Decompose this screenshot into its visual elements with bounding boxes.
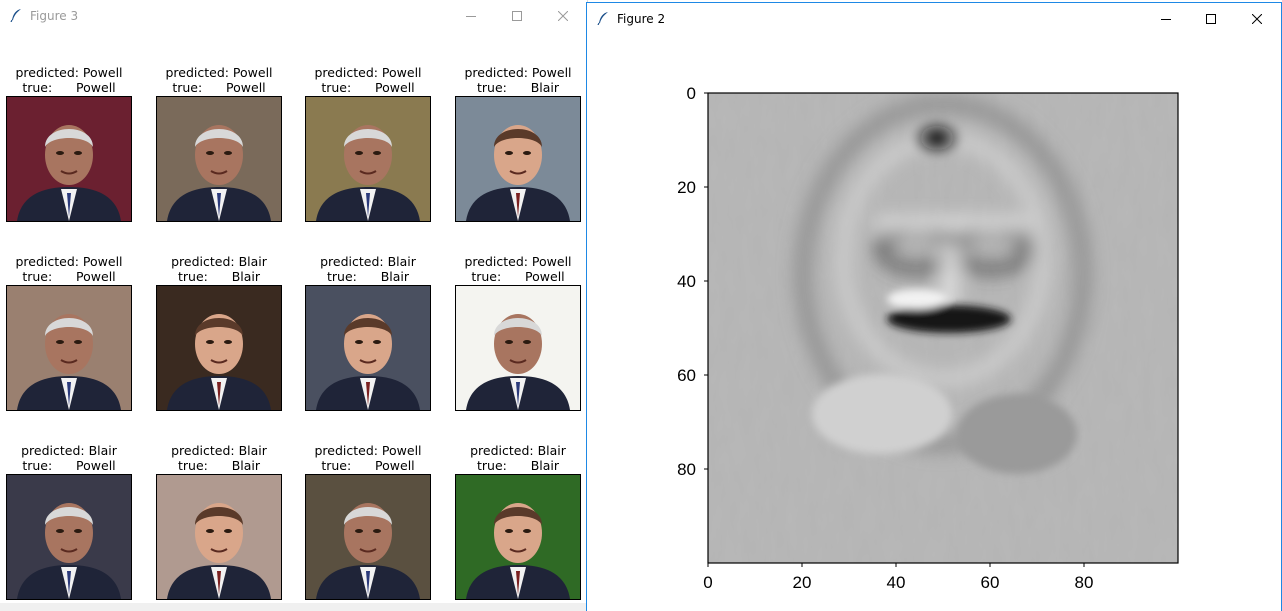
y-axis: 0 20 40 60 80 (677, 84, 708, 479)
close-icon (558, 10, 568, 21)
true-label: true: Blair (326, 269, 410, 284)
true-label: true: Blair (177, 458, 261, 473)
face-thumbnail (455, 96, 581, 222)
y-tick-label: 80 (677, 460, 696, 479)
true-label: true: Powell (22, 80, 116, 95)
maximize-button[interactable] (1188, 3, 1234, 34)
x-tick-label: 80 (1075, 573, 1094, 592)
x-tick-label: 0 (703, 573, 712, 592)
predicted-label: predicted: Blair (470, 443, 566, 458)
image-plot: 0 20 40 60 80 0 20 40 60 80 (677, 84, 1179, 592)
face-thumbnail (455, 474, 581, 600)
thumbnail-caption: predicted: Powell true: Powell (146, 65, 292, 95)
true-label: true: Powell (22, 458, 116, 473)
predicted-label: predicted: Powell (165, 65, 273, 80)
figure-2-window: Figure 2 0 20 40 60 80 0 20 40 60 80 (586, 2, 1282, 611)
y-tick-label: 60 (677, 366, 696, 385)
thumbnail-caption: predicted: Blair true: Blair (146, 443, 292, 473)
predicted-label: predicted: Blair (21, 443, 117, 458)
thumbnail-caption: predicted: Powell true: Powell (295, 443, 441, 473)
predicted-label: predicted: Blair (171, 443, 267, 458)
thumbnail-caption: predicted: Blair true: Blair (445, 443, 587, 473)
true-label: true: Powell (172, 80, 266, 95)
face-thumbnail (305, 96, 431, 222)
thumbnail-caption: predicted: Powell true: Powell (295, 65, 441, 95)
predicted-label: predicted: Powell (15, 254, 123, 269)
thumbnail-caption: predicted: Powell true: Powell (445, 254, 587, 284)
thumbnail-caption: predicted: Blair true: Blair (295, 254, 441, 284)
figure-3-window: Figure 3 predicted: Powell true: Powell pr… (0, 0, 588, 611)
thumbnail-caption: predicted: Powell true: Blair (445, 65, 587, 95)
face-thumbnail (305, 474, 431, 600)
thumbnail-caption: predicted: Powell true: Powell (0, 65, 142, 95)
maximize-icon (1206, 13, 1216, 24)
true-label: true: Powell (471, 269, 565, 284)
feather-icon (597, 12, 608, 25)
window-title: Figure 3 (30, 9, 79, 23)
x-tick-label: 40 (887, 573, 906, 592)
face-thumbnail (156, 96, 282, 222)
true-label: true: Powell (321, 80, 415, 95)
true-label: true: Powell (321, 458, 415, 473)
predicted-label: predicted: Blair (171, 254, 267, 269)
thumbnail-caption: predicted: Blair true: Powell (0, 443, 142, 473)
face-thumbnail (455, 285, 581, 411)
face-thumbnail (156, 285, 282, 411)
predicted-label: predicted: Powell (464, 65, 572, 80)
face-thumbnail (6, 285, 132, 411)
window-title: Figure 2 (617, 12, 666, 26)
close-button[interactable] (1234, 3, 1280, 34)
title-bar[interactable]: Figure 3 (0, 0, 587, 31)
face-thumbnail (156, 474, 282, 600)
thumbnail-caption: predicted: Powell true: Powell (0, 254, 142, 284)
minimize-button[interactable] (1143, 3, 1189, 34)
face-thumbnail (305, 285, 431, 411)
y-tick-label: 0 (687, 84, 696, 103)
close-icon (1252, 13, 1262, 24)
face-thumbnail (6, 96, 132, 222)
predicted-label: predicted: Powell (15, 65, 123, 80)
predicted-label: predicted: Powell (464, 254, 572, 269)
maximize-button[interactable] (494, 0, 540, 31)
predicted-label: predicted: Powell (314, 443, 422, 458)
x-tick-label: 20 (793, 573, 812, 592)
true-label: true: Blair (476, 458, 560, 473)
minimize-icon (466, 15, 476, 17)
x-tick-label: 60 (981, 573, 1000, 592)
true-label: true: Blair (177, 269, 261, 284)
feather-icon (10, 9, 21, 22)
x-axis: 0 20 40 60 80 (703, 563, 1093, 592)
predicted-label: predicted: Blair (320, 254, 416, 269)
close-button[interactable] (540, 0, 586, 31)
next-row-preview (0, 603, 587, 611)
true-label: true: Blair (476, 80, 560, 95)
eigenface-heatmap (708, 93, 1178, 563)
y-tick-label: 40 (677, 272, 696, 291)
predicted-label: predicted: Powell (314, 65, 422, 80)
minimize-button[interactable] (448, 0, 494, 31)
title-bar[interactable]: Figure 2 (587, 3, 1281, 34)
true-label: true: Powell (22, 269, 116, 284)
minimize-icon (1161, 18, 1171, 20)
thumbnail-caption: predicted: Blair true: Blair (146, 254, 292, 284)
y-tick-label: 20 (677, 178, 696, 197)
maximize-icon (512, 10, 522, 21)
face-thumbnail (6, 474, 132, 600)
